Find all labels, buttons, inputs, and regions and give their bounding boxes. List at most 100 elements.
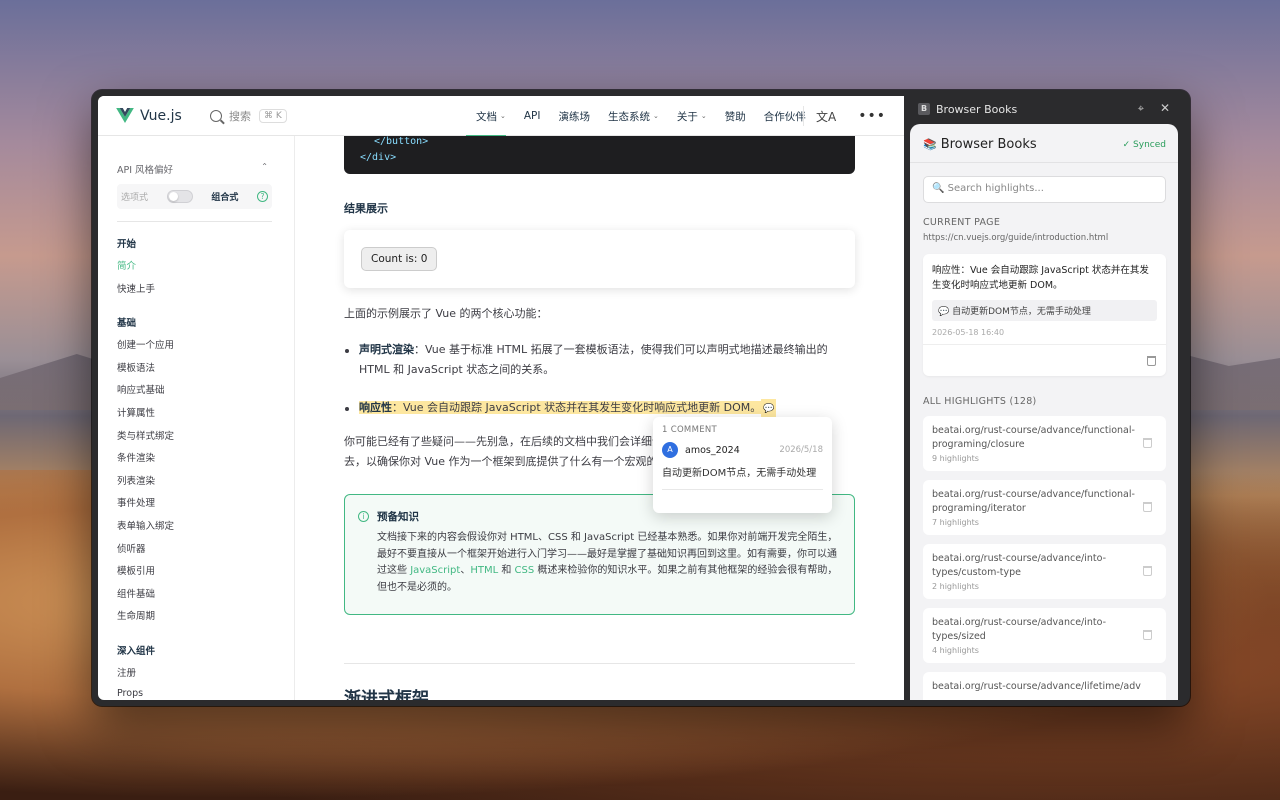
comment-author-row: A amos_2024 2026/5/18 bbox=[662, 442, 823, 458]
pin-icon[interactable]: ⌖ bbox=[1138, 102, 1144, 116]
sidebar-item[interactable]: 组件基础 bbox=[117, 586, 294, 600]
sidebar-item[interactable]: 事件处理 bbox=[117, 495, 294, 509]
more-icon[interactable]: ••• bbox=[858, 108, 886, 124]
sidebar-item[interactable]: 侦听器 bbox=[117, 541, 294, 555]
site-title: Vue.js bbox=[140, 107, 182, 124]
bullet-dot bbox=[345, 407, 349, 411]
chevron-up-icon: ⌃ bbox=[261, 162, 268, 171]
page-url: beatai.org/rust-course/advance/into-type… bbox=[932, 553, 1107, 578]
current-page-url: https://cn.vuejs.org/guide/introduction.… bbox=[923, 233, 1109, 243]
menu-about[interactable]: 关于 ⌄ bbox=[677, 109, 707, 124]
count-button[interactable]: Count is: 0 bbox=[361, 247, 438, 271]
menu-docs[interactable]: 文档 ⌄ bbox=[466, 109, 506, 137]
code-block: </button> </div> bbox=[344, 136, 855, 174]
sidebar-item-introduction[interactable]: 简介 bbox=[117, 258, 294, 272]
link-html[interactable]: HTML bbox=[470, 565, 498, 576]
sidebar-item[interactable]: 计算属性 bbox=[117, 405, 294, 419]
current-highlight-card[interactable]: 响应性：Vue 会自动跟踪 JavaScript 状态并在其发生变化时响应式地更… bbox=[923, 254, 1166, 376]
sidebar-section-title: 基础 bbox=[117, 318, 137, 330]
sidebar-item-quick-start[interactable]: 快速上手 bbox=[117, 281, 294, 295]
chevron-down-icon: ⌄ bbox=[700, 112, 707, 120]
highlight-page-card[interactable]: beatai.org/rust-course/advance/lifetime/… bbox=[923, 672, 1166, 700]
search-button[interactable]: 搜索 ⌘ K bbox=[210, 108, 287, 124]
sidebar-item[interactable]: 模板语法 bbox=[117, 360, 294, 374]
api-option-composition[interactable]: 组合式 bbox=[211, 190, 238, 203]
search-label: 搜索 bbox=[229, 109, 251, 123]
demo-box: Count is: 0 bbox=[344, 230, 855, 288]
docs-sidebar: API 风格偏好 ⌃ 选项式 组合式 ? 开始 简介 快速上手 基础 创建一个应… bbox=[98, 136, 295, 700]
sidebar-item[interactable]: 条件渲染 bbox=[117, 450, 294, 464]
trash-icon[interactable] bbox=[1143, 438, 1152, 448]
result-heading: 结果展示 bbox=[344, 202, 388, 215]
code-line: </button> bbox=[374, 136, 429, 147]
highlight-page-card[interactable]: beatai.org/rust-course/advance/into-type… bbox=[923, 544, 1166, 599]
help-icon[interactable]: ? bbox=[257, 191, 268, 202]
comment-icon[interactable]: 💬 bbox=[761, 399, 777, 419]
sidebar-item[interactable]: 列表渲染 bbox=[117, 473, 294, 487]
side-panel-title: Browser Books bbox=[936, 102, 1018, 116]
info-icon: i bbox=[358, 511, 369, 522]
avatar: A bbox=[662, 442, 678, 458]
sidebar-item[interactable]: 类与样式绑定 bbox=[117, 428, 294, 442]
comment-author: amos_2024 bbox=[685, 444, 740, 456]
search-input[interactable]: 🔍 Search highlights... bbox=[923, 176, 1166, 203]
trash-icon[interactable] bbox=[1147, 356, 1156, 366]
highlight-count: 7 highlights bbox=[932, 518, 979, 527]
api-preference-label: API 风格偏好 bbox=[117, 165, 174, 176]
close-icon[interactable]: ✕ bbox=[1160, 101, 1170, 115]
highlight-page-card[interactable]: beatai.org/rust-course/advance/functiona… bbox=[923, 416, 1166, 471]
sidebar-divider bbox=[117, 221, 272, 222]
translate-icon[interactable]: 文A bbox=[816, 108, 836, 125]
list-item: 声明式渲染：Vue 基于标准 HTML 拓展了一套模板语法，使得我们可以声明式地… bbox=[359, 343, 828, 376]
sidebar-item[interactable]: 生命周期 bbox=[117, 608, 294, 622]
highlight-note: 💬 自动更新DOM节点，无需手动处理 bbox=[932, 300, 1157, 321]
section-divider bbox=[344, 663, 855, 664]
vue-logo-icon bbox=[116, 108, 134, 123]
tip-body: 文档接下来的内容会假设你对 HTML、CSS 和 JavaScript 已经基本… bbox=[377, 532, 838, 593]
sidebar-item[interactable]: 响应式基础 bbox=[117, 382, 294, 396]
main-menu: 文档 ⌄ API 演练场 生态系统 ⌄ 关于 ⌄ 赞助 合作伙伴 bbox=[466, 96, 824, 137]
popover-divider bbox=[662, 489, 823, 490]
search-icon bbox=[210, 109, 222, 122]
menu-ecosystem[interactable]: 生态系统 ⌄ bbox=[608, 109, 659, 124]
api-style-toggle[interactable] bbox=[166, 190, 193, 203]
trash-icon[interactable] bbox=[1143, 566, 1152, 576]
trash-icon[interactable] bbox=[1143, 502, 1152, 512]
menu-api[interactable]: API bbox=[524, 110, 541, 122]
link-javascript[interactable]: JavaScript bbox=[410, 565, 460, 576]
menu-playground[interactable]: 演练场 bbox=[559, 109, 591, 124]
panel-header: 📚 Browser Books ✓ Synced bbox=[910, 124, 1178, 163]
page-url: beatai.org/rust-course/advance/lifetime/… bbox=[932, 681, 1141, 692]
comment-popover: 1 COMMENT A amos_2024 2026/5/18 自动更新DOM节… bbox=[653, 417, 832, 513]
highlight-count: 4 highlights bbox=[932, 646, 979, 655]
text-highlight[interactable]: 响应性：Vue 会自动跟踪 JavaScript 状态并在其发生变化时响应式地更… bbox=[359, 401, 762, 414]
sidebar-item[interactable]: 创建一个应用 bbox=[117, 337, 294, 351]
highlight-count: 2 highlights bbox=[932, 582, 979, 591]
side-panel-titlebar: B Browser Books ⌖ ✕ bbox=[904, 96, 1184, 122]
sidebar-item[interactable]: 模板引用 bbox=[117, 563, 294, 577]
link-css[interactable]: CSS bbox=[515, 565, 535, 576]
page-url: beatai.org/rust-course/advance/functiona… bbox=[932, 489, 1135, 514]
all-highlights-label: ALL HIGHLIGHTS (128) bbox=[923, 396, 1037, 407]
bullet-dot bbox=[345, 349, 349, 353]
comment-count: 1 COMMENT bbox=[662, 425, 718, 435]
nav-icons: 文A ••• bbox=[803, 96, 886, 136]
comment-text: 自动更新DOM节点，无需手动处理 bbox=[662, 468, 817, 479]
menu-partners[interactable]: 合作伙伴 bbox=[764, 109, 806, 124]
sidebar-item[interactable]: 表单输入绑定 bbox=[117, 518, 294, 532]
highlight-count: 9 highlights bbox=[932, 454, 979, 463]
sidebar-section-title: 深入组件 bbox=[117, 645, 156, 657]
highlight-page-card[interactable]: beatai.org/rust-course/advance/functiona… bbox=[923, 480, 1166, 535]
api-style-switch: 选项式 组合式 ? bbox=[117, 184, 272, 209]
highlight-page-card[interactable]: beatai.org/rust-course/advance/into-type… bbox=[923, 608, 1166, 663]
nav-divider bbox=[803, 106, 804, 126]
api-preference-header[interactable]: API 风格偏好 ⌃ bbox=[117, 162, 272, 176]
search-shortcut: ⌘ K bbox=[259, 108, 287, 123]
doc-content: </button> </div> 结果展示 Count is: 0 上面的示例展… bbox=[295, 136, 904, 700]
sidebar-item[interactable]: 注册 bbox=[117, 665, 294, 679]
app-window: Vue.js 搜索 ⌘ K 文档 ⌄ API 演练场 生态系统 ⌄ 关于 ⌄ 赞助 合… bbox=[92, 90, 1190, 706]
menu-sponsor[interactable]: 赞助 bbox=[725, 109, 746, 124]
sidebar-item[interactable]: Props bbox=[117, 688, 294, 699]
api-option-options[interactable]: 选项式 bbox=[121, 190, 148, 203]
trash-icon[interactable] bbox=[1143, 630, 1152, 640]
